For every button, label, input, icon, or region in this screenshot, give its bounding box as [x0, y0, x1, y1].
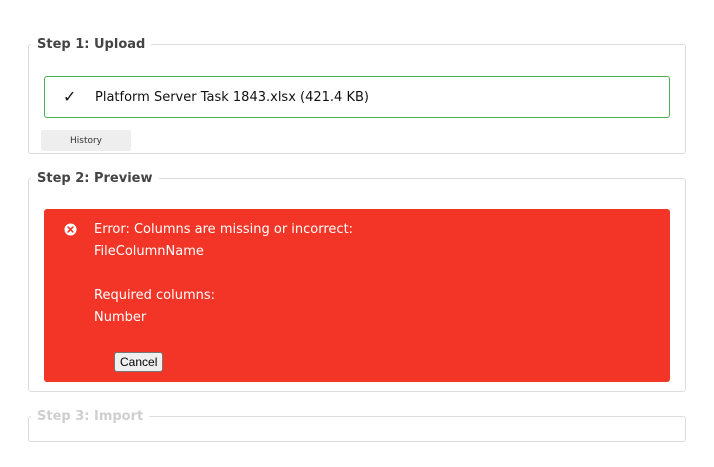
cancel-button[interactable]: Cancel — [114, 352, 164, 372]
step2-title: Step 2: Preview — [37, 171, 153, 186]
check-icon: ✓ — [63, 87, 77, 106]
step1-upload-section: Step 1: Upload ✓ Platform Server Task 18… — [28, 37, 686, 154]
step1-title: Step 1: Upload — [37, 37, 146, 52]
error-circle-icon — [64, 223, 77, 236]
error-message-panel: Error: Columns are missing or incorrect:… — [44, 209, 670, 382]
required-columns-label: Required columns: — [94, 288, 215, 303]
step2-preview-section: Step 2: Preview Error: Columns are missi… — [28, 171, 686, 392]
error-heading: Error: Columns are missing or incorrect: — [94, 222, 354, 237]
required-column-value: Number — [94, 310, 147, 325]
uploaded-file-box: ✓ Platform Server Task 1843.xlsx (421.4 … — [44, 76, 670, 118]
step3-title: Step 3: Import — [37, 409, 144, 424]
uploaded-file-label: Platform Server Task 1843.xlsx (421.4 KB… — [95, 89, 369, 105]
step3-import-section: Step 3: Import — [28, 409, 686, 442]
history-button[interactable]: History — [41, 130, 131, 151]
error-column-name: FileColumnName — [94, 244, 204, 259]
